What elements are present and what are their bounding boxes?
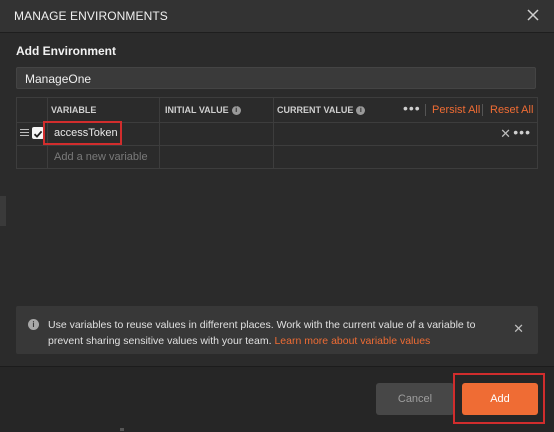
close-icon[interactable] <box>524 6 542 24</box>
highlight-box <box>453 373 545 424</box>
info-icon[interactable]: i <box>356 106 366 116</box>
more-icon[interactable]: ••• <box>403 98 421 122</box>
highlight-box <box>43 121 122 145</box>
section-label: Add Environment <box>16 44 117 58</box>
table-row: Add a new variable <box>17 146 537 169</box>
divider <box>482 104 483 116</box>
info-text: Use variables to reuse values in differe… <box>48 319 476 347</box>
modal-header: MANAGE ENVIRONMENTS <box>0 0 554 33</box>
header-initial-value: INITIAL VALUE i <box>165 98 241 122</box>
modal-title: MANAGE ENVIRONMENTS <box>14 9 168 23</box>
row-more-icon[interactable]: ••• <box>513 122 531 142</box>
divider <box>425 104 426 116</box>
environment-name-input[interactable]: ManageOne <box>16 67 536 89</box>
drag-handle-icon[interactable] <box>20 128 29 137</box>
manage-environments-modal: MANAGE ENVIRONMENTS Add Environment Mana… <box>0 0 554 432</box>
new-variable-input[interactable]: Add a new variable <box>54 146 148 169</box>
info-icon: i <box>28 319 39 330</box>
reset-all-button[interactable]: Reset All <box>490 98 533 122</box>
close-icon[interactable]: ✕ <box>513 321 524 337</box>
resize-gutter <box>0 196 6 226</box>
learn-more-link[interactable]: Learn more about variable values <box>274 335 430 347</box>
persist-all-button[interactable]: Persist All <box>432 98 480 122</box>
info-banner: i Use variables to reuse values in diffe… <box>16 306 538 354</box>
table-header: VARIABLE INITIAL VALUE i CURRENT VALUE i •… <box>17 98 537 123</box>
delete-row-icon[interactable]: ✕ <box>500 126 511 142</box>
cancel-button[interactable]: Cancel <box>376 383 454 415</box>
header-current-value: CURRENT VALUE i <box>277 98 366 122</box>
info-icon[interactable]: i <box>231 106 241 116</box>
header-variable: VARIABLE <box>51 105 97 115</box>
